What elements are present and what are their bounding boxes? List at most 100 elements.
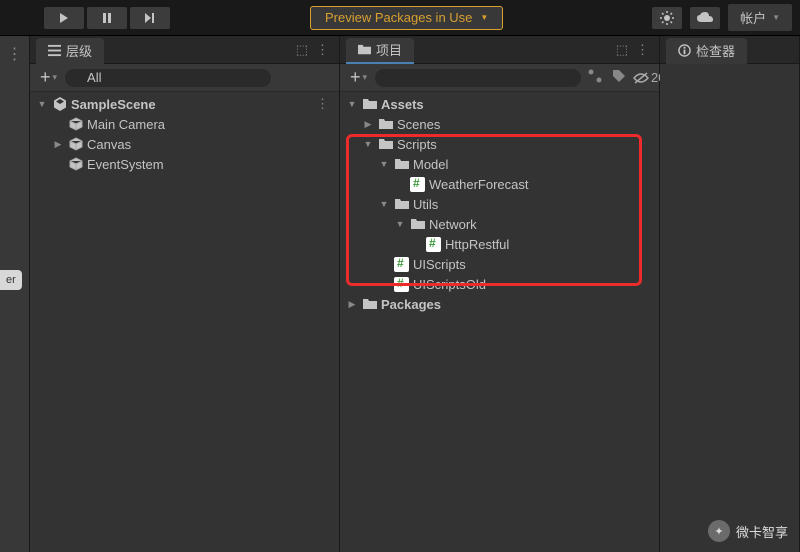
- folder-icon: [358, 43, 371, 56]
- tree-item[interactable]: SampleScene ⋮: [30, 94, 339, 114]
- step-button[interactable]: [130, 7, 170, 29]
- account-button[interactable]: 帐户: [728, 4, 792, 31]
- project-search-input[interactable]: [375, 69, 581, 87]
- main-toolbar: Preview Packages in Use 帐户: [0, 0, 800, 36]
- panel-menu-icon[interactable]: ⋮: [632, 42, 653, 58]
- tree-item[interactable]: UIScripts: [340, 254, 659, 274]
- hierarchy-tab-label: 层级: [66, 41, 92, 60]
- tree-item-label: Utils: [413, 197, 438, 212]
- brightness-button[interactable]: [652, 7, 682, 29]
- gameobject-icon: [68, 137, 83, 152]
- project-filter-controls: 20: [585, 69, 665, 86]
- expand-arrow-icon[interactable]: [346, 99, 358, 109]
- folder-icon: [362, 297, 377, 312]
- info-icon: [678, 44, 691, 57]
- hierarchy-tabbar: 层级 ⬚ ⋮: [30, 36, 339, 64]
- project-panel: 项目 ⬚ ⋮ + 20 AssetsScenesScriptsModelWeat…: [340, 36, 660, 552]
- tree-item[interactable]: Scripts: [340, 134, 659, 154]
- tree-item-label: Scripts: [397, 137, 437, 152]
- hierarchy-controls: +: [30, 64, 339, 92]
- panels-container: 层级 ⬚ ⋮ + SampleScene ⋮ Main Camera Canvas Ev…: [0, 36, 800, 552]
- tree-item-label: EventSystem: [87, 157, 164, 172]
- tree-item[interactable]: Assets: [340, 94, 659, 114]
- pause-button[interactable]: [87, 7, 127, 29]
- tree-item-label: Canvas: [87, 137, 131, 152]
- inspector-tab-label: 检查器: [696, 41, 735, 60]
- tree-item-label: Network: [429, 217, 477, 232]
- tree-item[interactable]: Model: [340, 154, 659, 174]
- filter-label-icon[interactable]: [609, 69, 629, 86]
- project-tabbar: 项目 ⬚ ⋮: [340, 36, 659, 64]
- cloud-button[interactable]: [690, 7, 720, 29]
- wechat-icon: ✦: [708, 520, 730, 542]
- expand-arrow-icon[interactable]: [362, 139, 374, 149]
- play-button[interactable]: [44, 7, 84, 29]
- tree-item[interactable]: Main Camera: [30, 114, 339, 134]
- expand-arrow-icon[interactable]: [52, 139, 64, 150]
- tree-item[interactable]: WeatherForecast: [340, 174, 659, 194]
- folder-icon: [410, 217, 425, 232]
- tree-item[interactable]: Utils: [340, 194, 659, 214]
- filter-type-icon[interactable]: [585, 69, 605, 86]
- watermark: ✦ 微卡智享: [708, 520, 788, 542]
- tree-item-label: SampleScene: [71, 97, 156, 112]
- tree-item-label: Model: [413, 157, 448, 172]
- hierarchy-search-wrap: [65, 69, 333, 87]
- hierarchy-panel: 层级 ⬚ ⋮ + SampleScene ⋮ Main Camera Canvas Ev…: [30, 36, 340, 552]
- expand-arrow-icon[interactable]: [378, 159, 390, 169]
- folder-icon: [378, 117, 393, 132]
- folder-icon: [394, 157, 409, 172]
- expand-arrow-icon[interactable]: [394, 219, 406, 229]
- item-menu-icon[interactable]: ⋮: [316, 96, 335, 112]
- project-tree[interactable]: Assets Scenes Scripts Model WeatherForecast U…: [340, 92, 659, 552]
- tree-item-label: Packages: [381, 297, 441, 312]
- tree-item[interactable]: Canvas: [30, 134, 339, 154]
- tree-item[interactable]: Packages: [340, 294, 659, 314]
- tree-item-label: Scenes: [397, 117, 440, 132]
- watermark-text: 微卡智享: [736, 522, 788, 541]
- inspector-panel: 检查器: [660, 36, 800, 552]
- gameobject-icon: [68, 117, 83, 132]
- hierarchy-tab[interactable]: 层级: [36, 38, 104, 64]
- csharp-script-icon: [394, 277, 409, 292]
- left-dock-strip: ⋮: [0, 36, 30, 552]
- tree-item-label: WeatherForecast: [429, 177, 528, 192]
- truncated-panel-fragment: er: [0, 270, 22, 290]
- unity-scene-icon: [52, 97, 67, 112]
- tree-item-label: HttpRestful: [445, 237, 509, 252]
- dock-menu-icon[interactable]: ⋮: [7, 44, 23, 64]
- preview-label: Preview Packages in Use: [325, 10, 472, 25]
- hierarchy-search-input[interactable]: [65, 69, 271, 87]
- csharp-script-icon: [410, 177, 425, 192]
- playback-controls: [44, 7, 170, 29]
- tree-item-label: UIScriptsOld: [413, 277, 486, 292]
- expand-arrow-icon[interactable]: [362, 119, 374, 130]
- expand-arrow-icon[interactable]: [378, 199, 390, 209]
- tree-item-label: UIScripts: [413, 257, 466, 272]
- panel-menu-icon[interactable]: ⋮: [312, 42, 333, 58]
- lock-icon[interactable]: ⬚: [292, 42, 312, 58]
- inspector-content: [660, 64, 799, 552]
- tree-item[interactable]: Network: [340, 214, 659, 234]
- hierarchy-tree[interactable]: SampleScene ⋮ Main Camera Canvas EventSystem: [30, 92, 339, 552]
- hierarchy-add-button[interactable]: +: [36, 67, 61, 88]
- inspector-tab[interactable]: 检查器: [666, 38, 747, 64]
- tree-item[interactable]: EventSystem: [30, 154, 339, 174]
- csharp-script-icon: [394, 257, 409, 272]
- expand-arrow-icon[interactable]: [346, 299, 358, 310]
- tree-item[interactable]: Scenes: [340, 114, 659, 134]
- lock-icon[interactable]: ⬚: [612, 42, 632, 58]
- project-add-button[interactable]: +: [346, 67, 371, 88]
- hierarchy-icon: [48, 44, 61, 57]
- tree-item-label: Main Camera: [87, 117, 165, 132]
- preview-packages-button[interactable]: Preview Packages in Use: [310, 6, 503, 30]
- account-label: 帐户: [740, 8, 766, 27]
- expand-arrow-icon[interactable]: [36, 99, 48, 109]
- folder-icon: [394, 197, 409, 212]
- project-tab[interactable]: 项目: [346, 38, 414, 64]
- inspector-tabbar: 检查器: [660, 36, 799, 64]
- toolbar-right: 帐户: [652, 4, 792, 31]
- tree-item[interactable]: UIScriptsOld: [340, 274, 659, 294]
- project-tab-label: 项目: [376, 40, 402, 59]
- tree-item[interactable]: HttpRestful: [340, 234, 659, 254]
